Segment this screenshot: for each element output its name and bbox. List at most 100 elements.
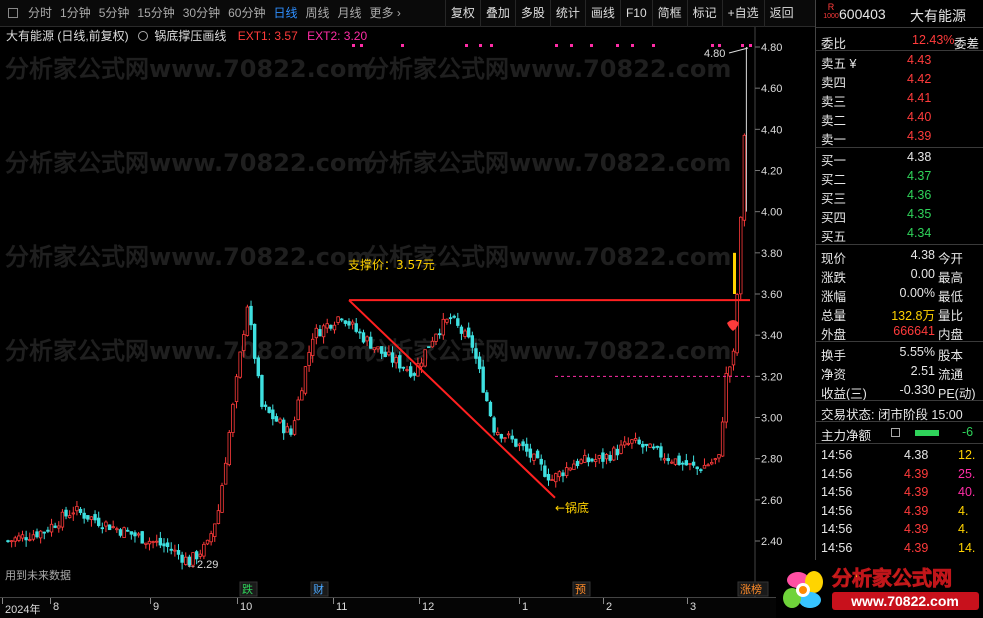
tool-button[interactable]: 画线: [584, 0, 620, 27]
quote2-row[interactable]: 换手 5.55% 股本: [816, 343, 983, 363]
quote-row[interactable]: 涨幅 0.00% 最低: [816, 284, 983, 304]
period-tab[interactable]: 日线: [269, 0, 301, 27]
candle-body: [13, 537, 17, 542]
period-tab[interactable]: 月线: [334, 0, 366, 27]
candle-body: [35, 531, 39, 538]
bid-row[interactable]: 买三 4.36: [816, 186, 983, 206]
tool-button[interactable]: 简框: [651, 0, 687, 27]
tick-time: 14:56: [821, 540, 853, 555]
ask-row[interactable]: 卖二 4.40: [816, 108, 983, 128]
ask-row[interactable]: 卖四 4.42: [816, 70, 983, 90]
event-tag-label: 财: [313, 582, 324, 596]
signal-dot: [616, 44, 619, 47]
y-tick-label: 3.60: [761, 289, 782, 301]
period-tab[interactable]: 15分钟: [133, 0, 178, 27]
candle-body: [173, 549, 177, 552]
candle-body: [118, 529, 123, 536]
bid-price: 4.38: [907, 150, 932, 164]
candle-body: [532, 453, 536, 461]
candle-body: [278, 418, 282, 423]
logo-title: 分析家公式网: [832, 566, 952, 590]
candle-body: [448, 317, 453, 320]
kline-chart[interactable]: 分析家公式网www.70822.com 分析家公式网www.70822.com 分析…: [0, 27, 815, 597]
tick-row[interactable]: 14:56 4.39 40.: [816, 483, 983, 502]
ask-row[interactable]: 卖一 4.39: [816, 127, 983, 147]
candle-body: [691, 461, 696, 466]
period-tab[interactable]: 周线: [301, 0, 333, 27]
tick-row[interactable]: 14:56 4.38 12.: [816, 446, 983, 465]
tick-row[interactable]: 14:56 4.39 14.: [816, 539, 983, 558]
candle-body: [496, 431, 500, 435]
tool-button[interactable]: 统计: [549, 0, 585, 27]
bid-price: 4.36: [907, 188, 932, 202]
candle-body: [622, 441, 627, 446]
stock-title-row[interactable]: R 1000 600403 大有能源: [816, 3, 983, 25]
period-tab[interactable]: 5分钟: [95, 0, 134, 27]
candle-body: [597, 455, 601, 459]
quote-value: 0.00%: [899, 286, 935, 300]
indicator-name[interactable]: 锅底撑压画线: [154, 29, 226, 43]
tool-button[interactable]: 返回: [763, 0, 799, 27]
tool-button[interactable]: 叠加: [479, 0, 515, 27]
candle-body: [209, 533, 213, 543]
tool-button[interactable]: 多股: [514, 0, 550, 27]
y-tick-label: 2.60: [761, 495, 782, 507]
period-tab[interactable]: 30分钟: [179, 0, 224, 27]
tool-button[interactable]: +自选: [721, 0, 764, 27]
candle-body: [615, 448, 620, 456]
candle-body: [67, 515, 72, 519]
candle-body: [107, 524, 112, 531]
quote2-value: -0.330: [899, 383, 935, 397]
tool-button[interactable]: 复权: [444, 0, 480, 27]
x-tick-mark: [519, 598, 520, 604]
candle-body: [401, 366, 406, 369]
tick-price: 4.39: [904, 485, 929, 499]
panel-toggle-icon[interactable]: [8, 8, 18, 18]
candle-body: [263, 404, 268, 407]
candle-body: [49, 523, 54, 533]
candle-body: [126, 529, 130, 532]
tick-row[interactable]: 14:56 4.39 4.: [816, 502, 983, 521]
ask-row[interactable]: 卖五 ¥4.43: [816, 51, 983, 71]
bid-row[interactable]: 买一 4.38: [816, 148, 983, 168]
main-flow-row[interactable]: 主力净额 -6: [816, 423, 983, 443]
quote-row[interactable]: 现价 4.38 今开: [816, 246, 983, 266]
candle-body: [136, 533, 141, 536]
tick-price: 4.38: [904, 448, 929, 462]
quote-row[interactable]: 外盘 666641 内盘: [816, 322, 983, 342]
y-tick-label: 3.40: [761, 330, 782, 342]
signal-dot: [465, 44, 468, 47]
quote2-row[interactable]: 收益(三) -0.330 PE(动): [816, 381, 983, 401]
chart-canvas[interactable]: 分析家公式网www.70822.com分析家公式网www.70822.com分析…: [0, 27, 815, 597]
ask-price: 4.41: [907, 91, 932, 105]
candle-body: [387, 351, 391, 356]
candle-body: [655, 445, 660, 448]
quote2-row[interactable]: 净资 2.51 流通: [816, 362, 983, 382]
trade-status-row[interactable]: 交易状态: 闭市阶段 15:00: [816, 402, 983, 422]
candle-body: [89, 516, 94, 520]
candle-body: [408, 366, 413, 377]
period-tab[interactable]: 1分钟: [56, 0, 95, 27]
bid-row[interactable]: 买五 4.34: [816, 224, 983, 244]
bid-row[interactable]: 买四 4.35: [816, 205, 983, 225]
tool-button[interactable]: F10: [619, 0, 652, 27]
weibi-row[interactable]: 委比 12.43% 委差: [816, 31, 983, 51]
tick-row[interactable]: 14:56 4.39 4.: [816, 520, 983, 539]
tool-button[interactable]: 标记: [686, 0, 722, 27]
quote-row[interactable]: 总量 132.8万 量比: [816, 303, 983, 323]
period-tab[interactable]: 分时: [24, 0, 56, 27]
candle-body: [100, 527, 105, 530]
signal-dot: [401, 44, 404, 47]
tick-row[interactable]: 14:56 4.39 25.: [816, 465, 983, 484]
bid-row[interactable]: 买二 4.37: [816, 167, 983, 187]
indicator-icon: [138, 31, 149, 41]
candle-body: [641, 443, 645, 448]
candle-body: [398, 355, 402, 369]
signal-bar: [733, 252, 736, 294]
quote-row[interactable]: 涨跌 0.00 最高: [816, 265, 983, 285]
signal-dot: [360, 44, 363, 47]
bid-label: 买五: [821, 230, 847, 244]
ask-row[interactable]: 卖三 4.41: [816, 89, 983, 109]
period-tab[interactable]: 60分钟: [224, 0, 269, 27]
period-tab[interactable]: 更多 ›: [366, 0, 405, 27]
